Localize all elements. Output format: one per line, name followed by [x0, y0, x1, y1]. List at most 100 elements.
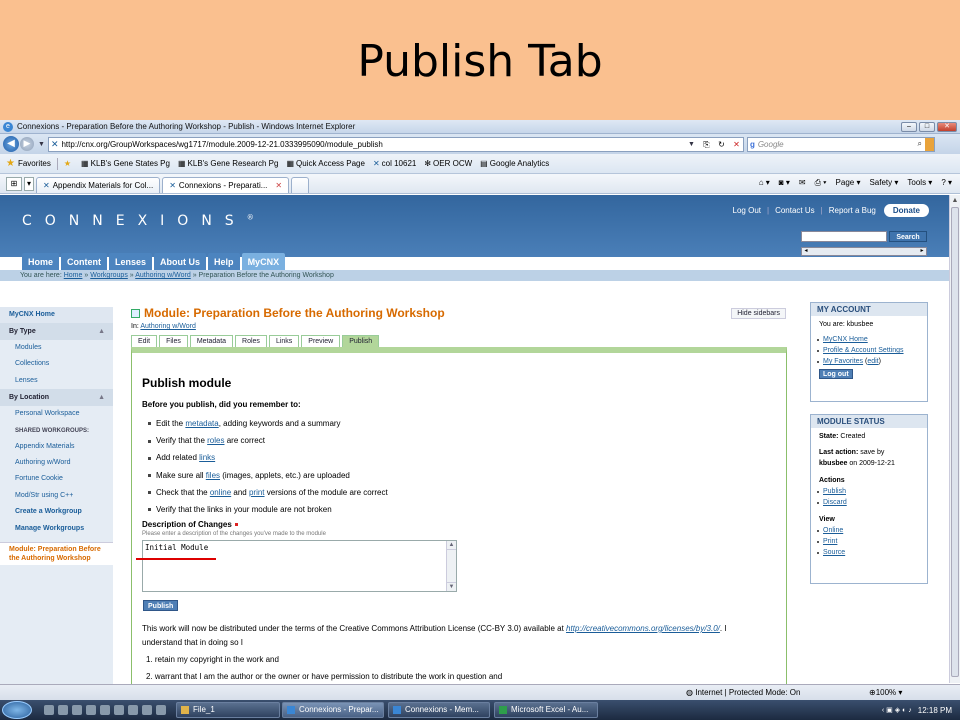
files-link[interactable]: files: [206, 471, 220, 480]
favorite-label[interactable]: KLB's Gene Research Pg: [188, 159, 279, 168]
close-tab-icon[interactable]: ✕: [275, 181, 282, 190]
quicklaunch-icon[interactable]: [114, 705, 124, 715]
favorites-star-icon[interactable]: ★: [6, 158, 15, 169]
collapse-icon[interactable]: ▲: [98, 323, 105, 340]
roles-link[interactable]: roles: [207, 436, 224, 445]
report-bug-link[interactable]: Report a Bug: [829, 206, 876, 215]
quicklaunch-icon[interactable]: [44, 705, 54, 715]
log-out-link[interactable]: Log Out: [733, 206, 761, 215]
sidebar-item-current-module[interactable]: Module: Preparation Before the Authoring…: [0, 541, 113, 565]
print-icon[interactable]: ⎙ ▾: [815, 178, 827, 188]
scroll-up-icon[interactable]: ▲: [950, 195, 960, 206]
description-value[interactable]: Initial Module: [145, 543, 208, 552]
tab-label[interactable]: Appendix Materials for Col...: [53, 181, 154, 190]
sidebar-item-modules[interactable]: Modules: [0, 340, 113, 356]
tab-links[interactable]: Links: [268, 335, 300, 347]
sidebar-item-mycnx-home[interactable]: MyCNX Home: [0, 307, 113, 323]
new-tab-button[interactable]: [291, 177, 310, 193]
minimize-button[interactable]: –: [901, 121, 917, 132]
tray-icons[interactable]: ‹ ▣ ◈ ◐ ♪: [882, 706, 912, 714]
tab-roles[interactable]: Roles: [235, 335, 267, 347]
license-link[interactable]: http://creativecommons.org/licenses/by/3…: [566, 624, 720, 633]
nav-tab-mycnx[interactable]: MyCNX: [241, 253, 286, 271]
view-online-link[interactable]: Online: [823, 527, 843, 534]
breadcrumb-home[interactable]: Home: [64, 272, 83, 279]
hide-sidebars-button[interactable]: Hide sidebars: [731, 307, 786, 319]
favorites-button[interactable]: Favorites: [18, 159, 51, 168]
quicklaunch-icon[interactable]: [86, 705, 96, 715]
quicklaunch-icon[interactable]: [58, 705, 68, 715]
my-favorites-link[interactable]: My Favorites: [823, 358, 863, 365]
compat-view-icon[interactable]: ⎘: [700, 138, 713, 151]
scroll-left-icon[interactable]: ◂: [802, 248, 810, 255]
page-scrollbar[interactable]: ▲: [949, 195, 960, 683]
maximize-button[interactable]: □: [919, 121, 935, 132]
site-logo-text[interactable]: CONNEXIONS: [22, 213, 247, 229]
tab-label[interactable]: Connexions - Preparati...: [179, 181, 268, 190]
browser-tab-active[interactable]: ✕ Connexions - Preparati... ✕: [162, 177, 290, 193]
taskbar-item[interactable]: File_1: [176, 702, 280, 718]
scroll-down-icon[interactable]: ▼: [447, 582, 456, 591]
contact-us-link[interactable]: Contact Us: [775, 206, 815, 215]
tools-menu[interactable]: Tools ▾: [907, 178, 932, 188]
collapse-icon[interactable]: ▲: [98, 389, 105, 406]
sidebar-item-workgroup[interactable]: Authoring w/Word: [0, 455, 113, 471]
site-logo[interactable]: CONNEXIONS®: [22, 213, 254, 229]
description-textarea[interactable]: Initial Module ▲ ▼: [142, 540, 457, 592]
breadcrumb-workgroups[interactable]: Workgroups: [90, 272, 128, 279]
discard-link[interactable]: Discard: [823, 499, 847, 506]
close-window-button[interactable]: ✕: [937, 121, 957, 132]
web-search-placeholder[interactable]: Google: [758, 140, 918, 149]
tab-publish[interactable]: Publish: [342, 335, 380, 347]
feeds-icon[interactable]: ◙ ▾: [779, 178, 790, 188]
publish-link[interactable]: Publish: [823, 488, 846, 495]
history-dropdown-icon[interactable]: ▼: [38, 141, 45, 148]
zoom-level[interactable]: ⊕100% ▾: [869, 688, 902, 697]
favorite-label[interactable]: col 10621: [382, 159, 417, 168]
textarea-scrollbar[interactable]: ▲ ▼: [446, 541, 456, 591]
nav-tab-lenses[interactable]: Lenses: [109, 253, 153, 271]
search-options-icon[interactable]: [924, 137, 934, 151]
tab-edit[interactable]: Edit: [131, 335, 158, 347]
forward-button[interactable]: ▶: [20, 137, 34, 151]
favorite-label[interactable]: Google Analytics: [490, 159, 550, 168]
clock[interactable]: 12:18 PM: [918, 706, 952, 715]
sidebar-section-by-location[interactable]: By Location ▲: [0, 389, 113, 407]
favorite-item[interactable]: ▦ KLB's Gene States Pg: [81, 159, 170, 168]
refresh-icon[interactable]: ↻: [715, 138, 728, 151]
links-link[interactable]: links: [199, 453, 215, 462]
back-button[interactable]: ◀: [3, 136, 19, 152]
workgroup-link[interactable]: Authoring w/Word: [140, 323, 196, 330]
web-search-input[interactable]: g Google ⌕: [746, 136, 935, 152]
taskbar-item-label[interactable]: File_1: [193, 705, 215, 714]
edit-favorites-link[interactable]: edit: [867, 358, 878, 365]
tab-list-icon[interactable]: ▾: [24, 177, 34, 191]
help-icon[interactable]: ? ▾: [941, 178, 952, 188]
online-link[interactable]: online: [210, 488, 231, 497]
quicklaunch-icon[interactable]: [72, 705, 82, 715]
quicklaunch-icon[interactable]: [128, 705, 138, 715]
favorite-label[interactable]: KLB's Gene States Pg: [91, 159, 170, 168]
taskbar-item[interactable]: Microsoft Excel - Au...: [494, 702, 598, 718]
url-input[interactable]: ✕ http://cnx.org/GroupWorkspaces/wg1717/…: [47, 136, 744, 152]
sidebar-item-collections[interactable]: Collections: [0, 356, 113, 372]
safety-menu[interactable]: Safety ▾: [869, 178, 898, 188]
url-text[interactable]: http://cnx.org/GroupWorkspaces/wg1717/mo…: [61, 140, 685, 149]
favorite-item[interactable]: ✻ OER OCW: [424, 159, 472, 168]
site-search-input[interactable]: [801, 231, 887, 242]
taskbar-item-label[interactable]: Connexions - Prepar...: [299, 705, 379, 714]
sidebar-item-personal-workspace[interactable]: Personal Workspace: [0, 406, 113, 422]
print-link[interactable]: print: [249, 488, 265, 497]
mail-icon[interactable]: ✉: [799, 178, 806, 188]
nav-tab-home[interactable]: Home: [22, 253, 60, 271]
favorite-label[interactable]: OER OCW: [433, 159, 472, 168]
sidebar-item-lenses[interactable]: Lenses: [0, 373, 113, 389]
metadata-link[interactable]: metadata: [185, 419, 218, 428]
favorite-item[interactable]: ★: [64, 159, 73, 168]
start-button[interactable]: [2, 701, 32, 719]
sidebar-item-workgroup[interactable]: Mod/Str using C++: [0, 488, 113, 504]
tab-preview[interactable]: Preview: [301, 335, 341, 347]
favorite-item[interactable]: ✕ col 10621: [373, 159, 416, 168]
sidebar-section-by-type[interactable]: By Type ▲: [0, 323, 113, 340]
quicklaunch-icon[interactable]: [142, 705, 152, 715]
